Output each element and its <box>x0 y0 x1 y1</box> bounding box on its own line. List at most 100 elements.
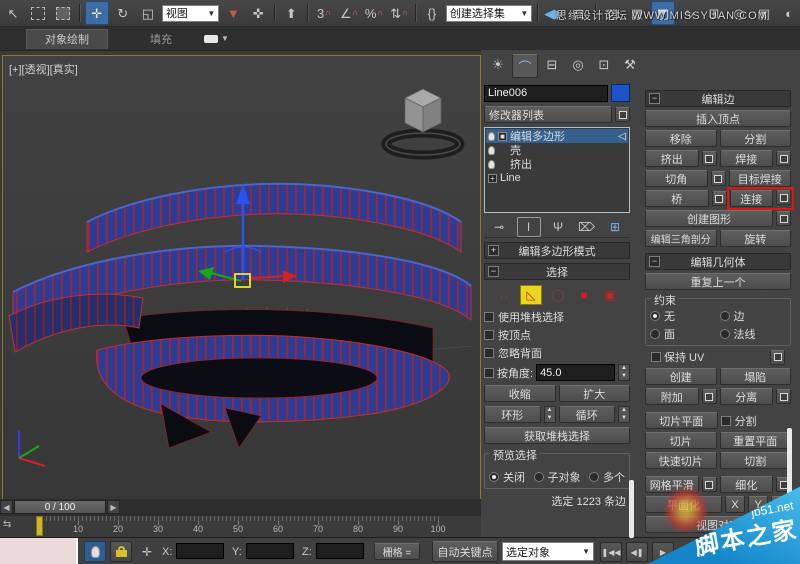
tab-utilities-icon[interactable]: ⚒ <box>618 54 642 76</box>
detach-settings-button[interactable] <box>776 389 791 404</box>
tab-hierarchy-icon[interactable]: ⊟ <box>540 54 564 76</box>
preview-multi-radio[interactable] <box>589 472 599 482</box>
modifier-list-dropdown[interactable]: 修改器列表 <box>484 106 612 123</box>
tab-create-icon[interactable]: ☀ <box>486 54 510 76</box>
ignore-backfacing-checkbox[interactable] <box>484 348 494 358</box>
time-slider[interactable]: ◀ 0 / 100 ▶ <box>0 499 481 517</box>
repeat-last-button[interactable]: 重复上一个 <box>645 273 791 290</box>
ring-button[interactable]: 环形 <box>484 406 541 423</box>
modifier-list-arrow[interactable] <box>615 107 630 122</box>
vertex-mode-icon[interactable]: ∴ <box>494 286 514 304</box>
make-unique-icon[interactable]: Ψ <box>547 218 569 236</box>
bridge-button[interactable]: 桥 <box>645 190 709 207</box>
slice-plane-button[interactable]: 切片平面 <box>645 412 718 429</box>
view-cube[interactable] <box>386 89 460 155</box>
chamfer-settings-button[interactable] <box>711 171 726 186</box>
angle-snap-icon[interactable]: ∠∩ <box>338 2 360 24</box>
constraint-face-radio[interactable] <box>650 329 660 339</box>
preview-off-radio[interactable] <box>489 472 499 482</box>
rectangular-selection-region-icon[interactable] <box>27 2 49 24</box>
isolate-selection-button[interactable] <box>84 541 106 562</box>
x-coordinate-field[interactable] <box>176 543 224 559</box>
loop-spinner[interactable]: ▲▼ <box>618 406 630 423</box>
collapse-button[interactable]: 塌陷 <box>720 368 792 385</box>
ring-spinner[interactable]: ▲▼ <box>544 406 556 423</box>
loop-button[interactable]: 循环 <box>559 406 616 423</box>
ribbon-display-dropdown[interactable]: ▼ <box>204 34 229 43</box>
select-and-manipulate-icon[interactable]: ✜ <box>247 2 269 24</box>
remove-modifier-icon[interactable]: ⌦ <box>576 218 598 236</box>
tab-populate[interactable]: 填充 <box>132 29 190 48</box>
keyboard-override-icon[interactable]: ⬆ <box>280 2 302 24</box>
stack-row-edit-poly[interactable]: ■ 编辑多边形 ◁ <box>486 129 628 143</box>
named-selection-set-dropdown[interactable]: 创建选择集▼ <box>446 5 532 22</box>
object-color-swatch[interactable] <box>611 84 630 102</box>
angle-spinner[interactable]: ▲▼ <box>618 364 630 381</box>
constraint-none-radio[interactable] <box>650 311 660 321</box>
tab-object-paint[interactable]: 对象绘制 <box>26 29 108 49</box>
detach-button[interactable]: 分离 <box>720 388 774 405</box>
quickslice-button[interactable]: 快速切片 <box>645 452 717 469</box>
perspective-viewport[interactable]: [+][透视][真实] <box>2 55 481 503</box>
rollout-edit-poly-mode[interactable]: + 编辑多边形模式 <box>484 242 630 259</box>
select-and-scale-icon[interactable]: ◱ <box>137 2 159 24</box>
y-coordinate-field[interactable] <box>246 543 294 559</box>
left-column-scrollbar[interactable] <box>629 480 634 538</box>
rollout-selection[interactable]: − 选择 <box>484 263 630 280</box>
reset-plane-button[interactable]: 重置平面 <box>720 432 792 449</box>
expand-icon[interactable]: ■ <box>498 132 507 141</box>
turn-button[interactable]: 旋转 <box>720 230 792 247</box>
spinner-snap-icon[interactable]: ⇅∩ <box>388 2 410 24</box>
current-frame-marker[interactable] <box>36 516 43 536</box>
slice-button[interactable]: 切片 <box>645 432 717 449</box>
key-filter-dropdown[interactable]: 选定对象▼ <box>502 542 594 561</box>
bridge-settings-button[interactable] <box>712 191 727 206</box>
grow-button[interactable]: 扩大 <box>559 385 631 402</box>
attach-button[interactable]: 附加 <box>645 388 699 405</box>
show-end-result-icon[interactable]: I <box>517 217 541 237</box>
go-to-start-button[interactable]: ❚◀◀ <box>600 542 622 562</box>
visibility-bulb-icon[interactable] <box>488 132 495 141</box>
stack-row-extrude[interactable]: 挤出 <box>486 157 628 171</box>
use-pivot-center-icon[interactable]: ▼ <box>222 2 244 24</box>
modifier-stack[interactable]: ■ 编辑多边形 ◁ 壳 挤出 + Line <box>484 127 630 213</box>
viewport-canvas[interactable] <box>3 56 480 502</box>
use-stack-selection-checkbox[interactable] <box>484 312 494 322</box>
insert-vertex-button[interactable]: 插入顶点 <box>645 110 791 127</box>
edge-mode-icon[interactable]: ◺ <box>520 285 542 305</box>
tab-modify-icon[interactable]: ⌒ <box>512 54 538 78</box>
create-button[interactable]: 创建 <box>645 368 717 385</box>
select-and-move-icon[interactable]: ✛ <box>85 1 109 25</box>
target-weld-button[interactable]: 目标焊接 <box>729 170 792 187</box>
render-production-icon[interactable]: ◐ <box>778 2 800 24</box>
visibility-bulb-icon[interactable] <box>488 146 495 155</box>
next-frame-arrow[interactable]: ▶ <box>107 500 120 514</box>
extrude-button[interactable]: 挤出 <box>645 150 699 167</box>
time-slider-handle[interactable]: 0 / 100 <box>14 500 106 514</box>
connect-settings-button[interactable] <box>776 190 791 205</box>
element-mode-icon[interactable]: ▣ <box>600 286 620 304</box>
tab-motion-icon[interactable]: ◎ <box>566 54 590 76</box>
tab-display-icon[interactable]: ⊡ <box>592 54 616 76</box>
connect-button[interactable]: 连接 <box>730 190 774 207</box>
msmooth-settings-button[interactable] <box>702 477 717 492</box>
by-angle-checkbox[interactable] <box>484 368 494 378</box>
pin-stack-icon[interactable]: ⊸ <box>488 218 510 236</box>
rollout-edit-edges[interactable]: − 编辑边 <box>645 90 791 107</box>
selection-lock-button[interactable] <box>110 541 132 562</box>
grid-setting-button[interactable]: 栅格 = <box>374 543 420 560</box>
get-stack-selection-button[interactable]: 获取堆栈选择 <box>484 427 630 444</box>
planar-x-button[interactable]: X <box>725 496 745 513</box>
attach-settings-button[interactable] <box>702 389 717 404</box>
tessellate-button[interactable]: 细化 <box>720 476 774 493</box>
constraint-edge-radio[interactable] <box>720 311 730 321</box>
create-shape-settings-button[interactable] <box>776 211 791 226</box>
percent-snap-icon[interactable]: %∩ <box>363 2 385 24</box>
preserve-uv-settings-button[interactable] <box>770 350 785 365</box>
polygon-mode-icon[interactable]: ■ <box>574 286 594 304</box>
edit-triangulation-button[interactable]: 编辑三角剖分 <box>645 230 717 247</box>
border-mode-icon[interactable]: ◯ <box>548 286 568 304</box>
rollout-edit-geometry[interactable]: − 编辑几何体 <box>645 253 791 270</box>
preserve-uv-checkbox[interactable] <box>651 352 661 362</box>
previous-frame-button[interactable]: ◀❚ <box>626 542 648 562</box>
